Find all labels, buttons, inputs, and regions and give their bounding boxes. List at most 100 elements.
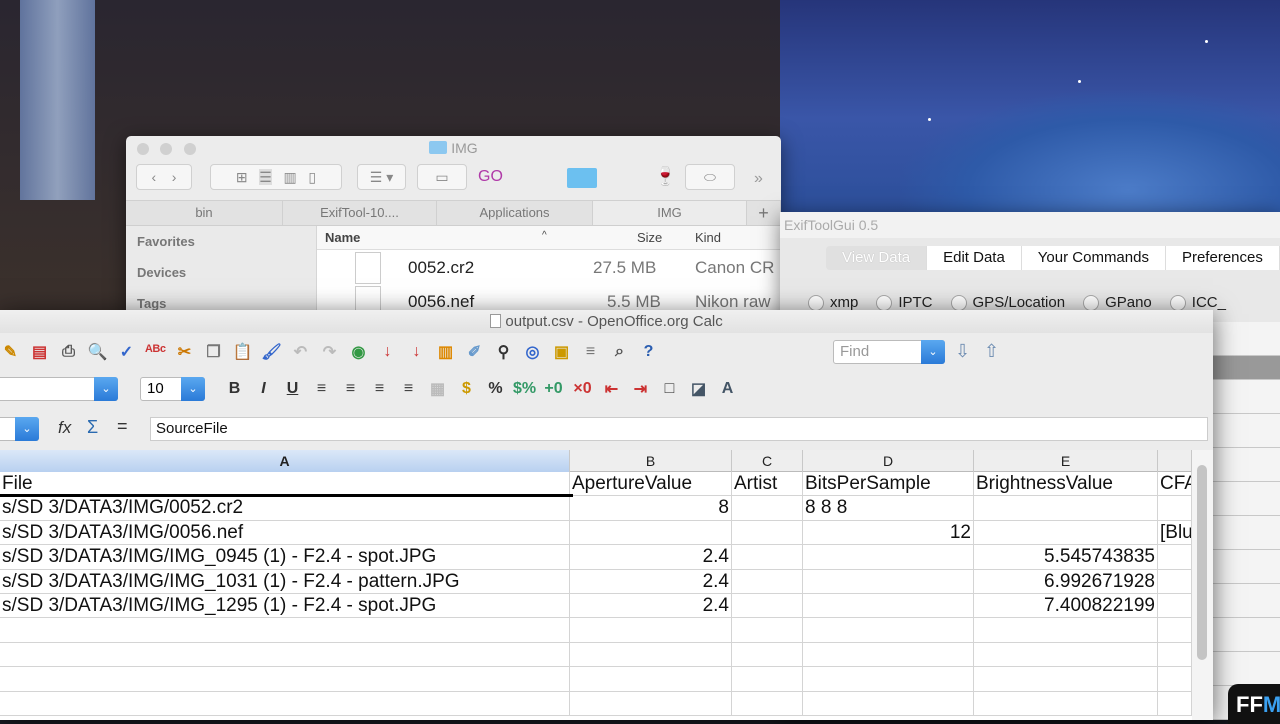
- cell[interactable]: 2.4: [570, 594, 732, 618]
- tab-img[interactable]: IMG: [593, 201, 747, 225]
- cell[interactable]: [974, 642, 1158, 667]
- cell[interactable]: [1158, 496, 1192, 521]
- undo-icon[interactable]: ↶: [288, 339, 314, 365]
- cell[interactable]: 7.400822199: [974, 594, 1158, 618]
- preview-icon[interactable]: 🔍: [85, 339, 111, 365]
- tab-preferences[interactable]: Preferences: [1165, 246, 1280, 270]
- cell[interactable]: [732, 691, 803, 716]
- formula-input[interactable]: SourceFile: [150, 417, 1208, 441]
- cell[interactable]: s/SD 3/DATA3/IMG/IMG_1031 (1) - F2.4 - p…: [0, 569, 570, 594]
- cell[interactable]: 2.4: [570, 545, 732, 570]
- radio-icc[interactable]: ICC_: [1169, 294, 1226, 312]
- find-previous-icon[interactable]: ⇧: [984, 341, 999, 362]
- cell[interactable]: [732, 667, 803, 692]
- list-view-icon[interactable]: ☰: [259, 169, 272, 185]
- cell[interactable]: [0, 667, 570, 692]
- cell[interactable]: [803, 691, 974, 716]
- sidebar-devices[interactable]: Devices: [126, 257, 316, 288]
- cell[interactable]: [803, 569, 974, 594]
- cell[interactable]: [732, 569, 803, 594]
- cell[interactable]: [1158, 545, 1192, 570]
- bgcolor-icon[interactable]: ◪: [686, 376, 712, 402]
- sidebar-favorites[interactable]: Favorites: [126, 226, 316, 257]
- navigator-icon[interactable]: ◉: [346, 339, 372, 365]
- cell[interactable]: [570, 667, 732, 692]
- column-kind[interactable]: Kind: [695, 230, 721, 245]
- help-icon[interactable]: ?: [636, 339, 662, 365]
- find-next-icon[interactable]: ⇩: [955, 341, 970, 362]
- column-header[interactable]: [1158, 450, 1192, 472]
- cell[interactable]: [1158, 569, 1192, 594]
- tab-edit-data[interactable]: Edit Data: [927, 246, 1022, 270]
- font-name-select[interactable]: ⌄: [0, 377, 118, 401]
- tab-applications[interactable]: Applications: [437, 201, 593, 225]
- chevron-down-icon[interactable]: ⌄: [921, 340, 945, 364]
- add-tab-button[interactable]: +: [747, 201, 781, 225]
- spellcheck-icon[interactable]: ✓: [114, 339, 140, 365]
- cell[interactable]: s/SD 3/DATA3/IMG/IMG_0945 (1) - F2.4 - s…: [0, 545, 570, 570]
- overflow-chevron-icon[interactable]: »: [754, 170, 763, 188]
- cell[interactable]: [732, 594, 803, 618]
- new-folder-button[interactable]: ▭: [417, 164, 467, 190]
- equals-icon[interactable]: =: [117, 416, 128, 437]
- tab-bin[interactable]: bin: [126, 201, 283, 225]
- font-size-chevron-icon[interactable]: ⌄: [181, 377, 205, 401]
- folder-icon[interactable]: [567, 168, 597, 188]
- increase-indent-icon[interactable]: ⇥: [628, 376, 654, 402]
- vertical-scrollbar[interactable]: [1192, 450, 1213, 720]
- cell[interactable]: CFA: [1158, 472, 1192, 496]
- radio-circle[interactable]: [876, 295, 893, 312]
- sort-asc-icon[interactable]: ↓: [375, 339, 401, 365]
- paste-icon[interactable]: 📋: [230, 339, 256, 365]
- radio-iptc[interactable]: IPTC: [876, 294, 933, 312]
- column-header[interactable]: B: [570, 450, 732, 472]
- align-right-icon[interactable]: ≡: [367, 376, 393, 402]
- radio-circle[interactable]: [808, 295, 824, 312]
- bold-icon[interactable]: B: [222, 376, 248, 402]
- cell[interactable]: [974, 520, 1158, 545]
- fontcolor-icon[interactable]: A: [715, 376, 741, 402]
- chart-icon[interactable]: ▥: [433, 339, 459, 365]
- draw-icon[interactable]: ✐: [462, 339, 488, 365]
- cell[interactable]: [732, 520, 803, 545]
- percent-icon[interactable]: %: [483, 376, 509, 402]
- view-mode-buttons[interactable]: ⊞ ☰ ▥ ▯: [210, 164, 342, 190]
- cell[interactable]: s/SD 3/DATA3/IMG/0052.cr2: [0, 496, 570, 521]
- radio-xmp[interactable]: xmp: [808, 294, 858, 312]
- navigator2-icon[interactable]: ◎: [520, 339, 546, 365]
- cell[interactable]: 12: [803, 520, 974, 545]
- arrange-button[interactable]: ☰ ▾: [357, 164, 406, 190]
- cell[interactable]: BitsPerSample: [803, 472, 974, 496]
- cell[interactable]: [1158, 618, 1192, 643]
- delete-decimal-icon[interactable]: ×0: [570, 376, 596, 402]
- cell[interactable]: File: [0, 472, 570, 496]
- copy-icon[interactable]: ❐: [201, 339, 227, 365]
- cell[interactable]: [803, 642, 974, 667]
- cell[interactable]: [570, 642, 732, 667]
- icon-view-icon[interactable]: ⊞: [236, 169, 248, 185]
- tab-view-data[interactable]: View Data: [826, 246, 928, 270]
- cell[interactable]: 8: [570, 496, 732, 521]
- cell[interactable]: [1158, 667, 1192, 692]
- column-view-icon[interactable]: ▥: [284, 169, 297, 185]
- spreadsheet-grid[interactable]: File ApertureValue Artist BitsPerSample Brig…: [0, 472, 1192, 720]
- cell[interactable]: Artist: [732, 472, 803, 496]
- cell[interactable]: 2.4: [570, 569, 732, 594]
- cell[interactable]: [1158, 594, 1192, 618]
- justify-icon[interactable]: ≡: [396, 376, 422, 402]
- tag-button[interactable]: ⬭: [685, 164, 735, 190]
- cell[interactable]: s/SD 3/DATA3/IMG/0056.nef: [0, 520, 570, 545]
- cell[interactable]: [974, 691, 1158, 716]
- cell[interactable]: [570, 691, 732, 716]
- cell[interactable]: [803, 667, 974, 692]
- cell[interactable]: [0, 618, 570, 643]
- radio-circle[interactable]: [1083, 295, 1100, 312]
- cell[interactable]: 5.545743835: [974, 545, 1158, 570]
- back-icon[interactable]: ‹: [152, 169, 157, 185]
- forward-icon[interactable]: ›: [172, 169, 177, 185]
- radio-circle[interactable]: [1169, 295, 1186, 312]
- align-center-icon[interactable]: ≡: [338, 376, 364, 402]
- radio-circle[interactable]: [950, 295, 967, 312]
- tab-exiftool[interactable]: ExifTool-10....: [283, 201, 437, 225]
- cell[interactable]: [570, 618, 732, 643]
